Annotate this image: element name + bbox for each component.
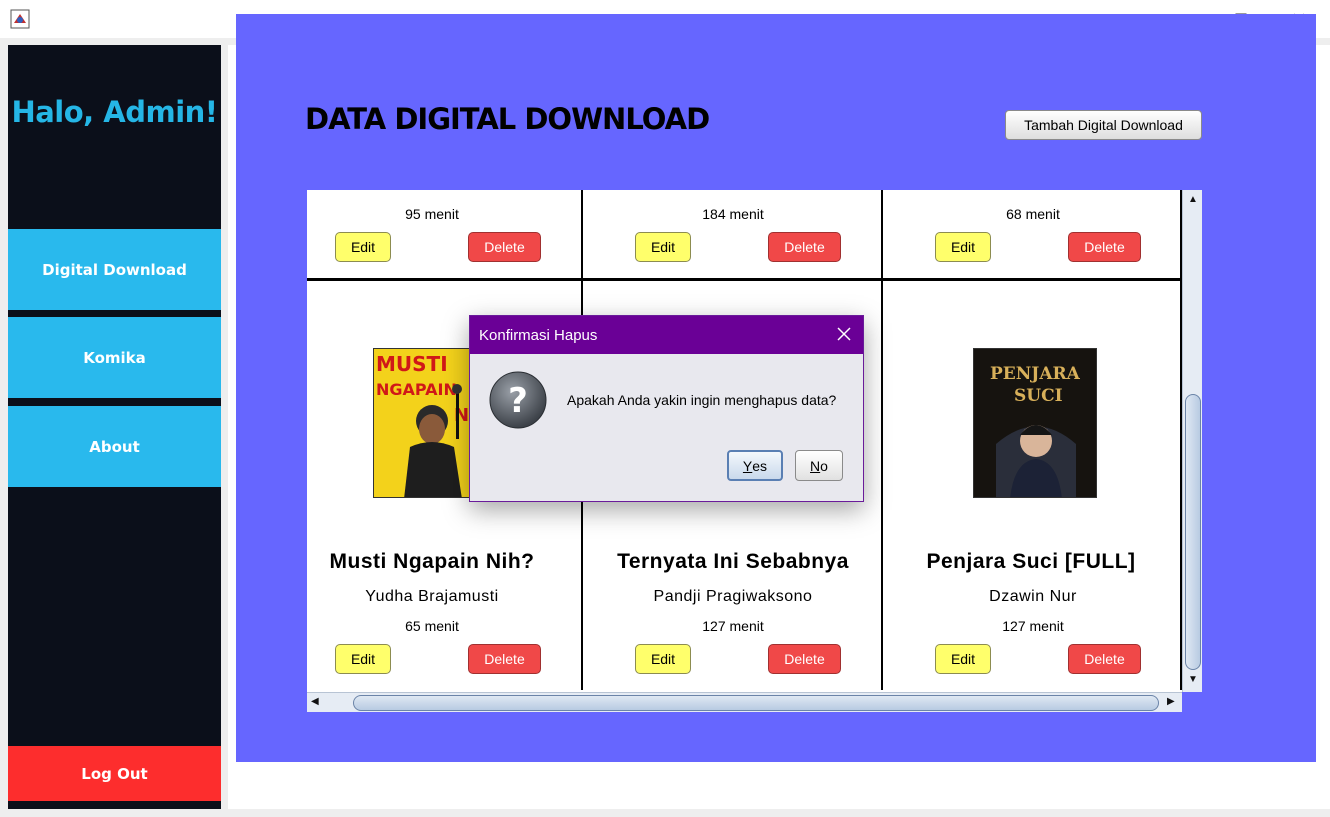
card-title: Musti Ngapain Nih? [329,550,535,573]
scroll-down-arrow-icon[interactable]: ▼ [1188,674,1198,685]
scroll-up-arrow-icon[interactable]: ▲ [1188,194,1198,205]
no-button[interactable]: No [795,450,843,481]
column-divider [881,190,883,690]
card-duration: 184 menit [702,206,764,222]
dialog-message: Apakah Anda yakin ingin menghapus data? [567,392,837,408]
svg-text:PENJARA: PENJARA [990,364,1081,384]
card-author: Pandji Pragiwaksono [653,588,813,605]
delete-button[interactable]: Delete [1068,644,1141,674]
add-digital-download-button[interactable]: Tambah Digital Download [1005,110,1202,140]
edit-button[interactable]: Edit [335,644,391,674]
poster-image: PENJARA SUCI [973,348,1097,498]
card-author: Dzawin Nur [989,588,1077,605]
card-duration: 127 menit [1002,618,1064,634]
delete-button[interactable]: Delete [768,232,841,262]
dialog-titlebar: Konfirmasi Hapus [470,316,863,354]
question-icon: ? [489,371,547,429]
confirm-delete-dialog: Konfirmasi Hapus ? Apakah Anda yakin ing… [469,315,864,502]
sidebar-item-about[interactable]: About [8,406,221,487]
card-author: Yudha Brajamusti [365,588,499,605]
horizontal-scrollbar[interactable]: ◀ ▶ [307,692,1182,712]
no-mnemonic: N [810,457,821,474]
scroll-left-arrow-icon[interactable]: ◀ [311,696,319,707]
sidebar: Halo, Admin! Digital Download Komika Abo… [8,45,221,809]
java-app-icon [10,9,30,29]
svg-text:SUCI: SUCI [1014,386,1063,406]
scroll-right-arrow-icon[interactable]: ▶ [1167,696,1175,707]
yes-button[interactable]: Yes [727,450,783,481]
horizontal-scroll-thumb[interactable] [353,695,1159,711]
svg-text:?: ? [508,381,528,421]
yes-mnemonic: Y [742,457,753,474]
sidebar-item-digital-download[interactable]: Digital Download [8,229,221,310]
card-duration: 68 menit [1006,206,1060,222]
svg-text:NGAPAIN: NGAPAIN [376,380,457,399]
edit-button[interactable]: Edit [935,232,991,262]
vertical-scroll-thumb[interactable] [1185,394,1201,670]
poster-text: MUSTI [376,352,448,376]
yes-label: es [752,457,768,474]
edit-button[interactable]: Edit [335,232,391,262]
card-title: Penjara Suci [FULL] [926,550,1136,573]
delete-button[interactable]: Delete [768,644,841,674]
close-icon[interactable] [834,324,854,344]
edit-button[interactable]: Edit [635,644,691,674]
edit-button[interactable]: Edit [935,644,991,674]
dialog-title: Konfirmasi Hapus [479,327,598,344]
delete-button[interactable]: Delete [468,232,541,262]
row-divider [307,278,1182,281]
logout-button[interactable]: Log Out [8,746,221,801]
edit-button[interactable]: Edit [635,232,691,262]
card-duration: 65 menit [405,618,459,634]
card-duration: 127 menit [702,618,764,634]
sidebar-item-komika[interactable]: Komika [8,317,221,398]
card-duration: 95 menit [405,206,459,222]
page-title: DATA DIGITAL DOWNLOAD [305,102,710,136]
greeting-text: Halo, Admin! [11,95,218,129]
vertical-scrollbar[interactable]: ▲ ▼ [1182,190,1202,692]
no-label: o [820,457,828,474]
card-title: Ternyata Ini Sebabnya [617,550,849,573]
scroll-corner [1182,692,1202,712]
poster-art: PENJARA SUCI [974,349,1096,497]
delete-button[interactable]: Delete [1068,232,1141,262]
delete-button[interactable]: Delete [468,644,541,674]
